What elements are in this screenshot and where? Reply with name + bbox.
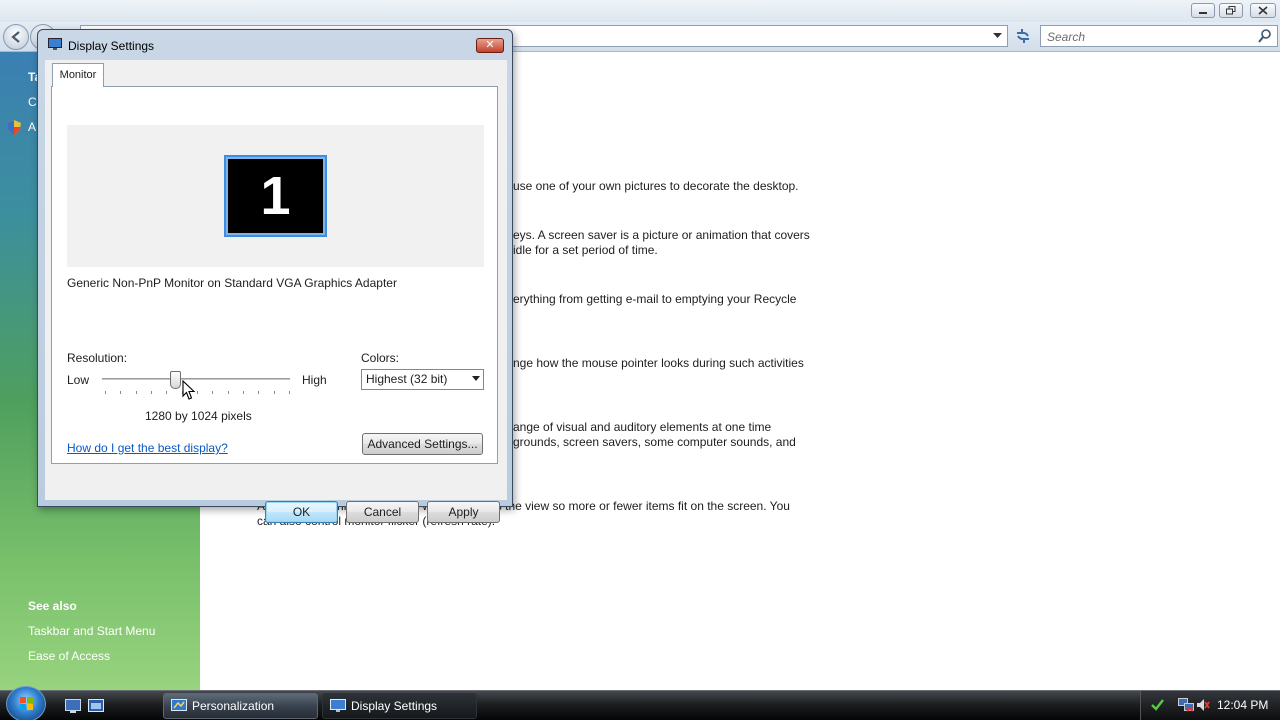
taskbar-button-label: Personalization — [192, 699, 275, 713]
monitor-arrangement-area: 1 — [67, 125, 484, 267]
task-link-partial-2[interactable]: C — [28, 95, 37, 109]
taskbar-button-display-settings[interactable]: Display Settings — [322, 693, 477, 719]
sounds-description: erything from getting e-mail to emptying… — [513, 292, 797, 306]
taskbar: Personalization Display Settings 12:04 P… — [0, 686, 1280, 720]
system-tray: 12:04 PM — [1140, 691, 1280, 720]
display-settings-icon — [48, 38, 62, 50]
shield-icon — [7, 120, 21, 135]
back-button[interactable] — [3, 24, 29, 50]
restore-icon — [1226, 6, 1236, 15]
taskbar-button-label: Display Settings — [351, 699, 438, 713]
display-settings-icon — [330, 699, 346, 712]
slider-tick — [243, 391, 244, 394]
advanced-settings-button[interactable]: Advanced Settings... — [362, 433, 483, 455]
address-dropdown-button[interactable] — [989, 27, 1005, 45]
window-titlebar — [0, 0, 1280, 22]
slider-tick — [212, 391, 213, 394]
screen-saver-description-line2: idle for a set period of time. — [513, 243, 658, 257]
show-desktop-icon[interactable] — [65, 699, 81, 713]
window-close-button[interactable] — [1250, 3, 1276, 18]
resolution-label: Resolution: — [67, 351, 128, 365]
minimize-button[interactable] — [1191, 3, 1215, 18]
slider-tick — [289, 391, 290, 394]
display-settings-dialog: Display Settings ✕ Monitor 1 Generic Non… — [37, 29, 513, 523]
see-also-link-taskbar[interactable]: Taskbar and Start Menu — [28, 624, 155, 638]
taskbar-button-personalization[interactable]: Personalization — [163, 693, 318, 719]
close-icon: ✕ — [485, 39, 495, 51]
ok-button[interactable]: OK — [265, 501, 338, 523]
theme-description-line2: grounds, screen savers, some computer so… — [513, 435, 796, 449]
slider-tick — [166, 391, 167, 394]
start-button[interactable] — [6, 686, 46, 720]
mouse-cursor-icon — [182, 380, 196, 400]
minimize-icon — [1199, 11, 1207, 14]
colors-select[interactable]: Highest (32 bit) — [361, 369, 484, 390]
close-icon — [1258, 6, 1268, 15]
monitor-1-thumbnail[interactable]: 1 — [224, 155, 327, 237]
back-arrow-icon — [11, 31, 20, 43]
resolution-high-label: High — [302, 373, 327, 387]
search-icon[interactable] — [1258, 28, 1272, 44]
monitor-name: Generic Non-PnP Monitor on Standard VGA … — [67, 276, 397, 290]
colors-label: Colors: — [361, 351, 400, 365]
dialog-title: Display Settings — [68, 39, 155, 53]
task-link-partial-3[interactable]: A — [28, 120, 36, 134]
slider-tick — [197, 391, 198, 394]
colors-selected-value: Highest (32 bit) — [366, 372, 448, 386]
dialog-close-button[interactable]: ✕ — [476, 38, 504, 53]
screen-saver-description-line1: eys. A screen saver is a picture or anim… — [513, 228, 810, 242]
switch-windows-icon[interactable] — [88, 699, 104, 713]
chevron-down-icon — [472, 376, 480, 381]
dialog-client-area: Monitor 1 Generic Non-PnP Monitor on Sta… — [45, 60, 507, 523]
slider-tick — [151, 391, 152, 394]
search-input[interactable]: Search — [1040, 25, 1278, 47]
volume-muted-icon[interactable] — [1196, 698, 1210, 712]
refresh-button[interactable] — [1012, 25, 1034, 47]
resolution-low-label: Low — [67, 373, 90, 387]
personalization-icon — [171, 699, 187, 711]
search-placeholder: Search — [1047, 30, 1086, 44]
resolution-value: 1280 by 1024 pixels — [145, 409, 252, 423]
tab-monitor[interactable]: Monitor — [52, 63, 104, 87]
mouse-pointers-description: nge how the mouse pointer looks during s… — [513, 356, 804, 370]
slider-tick — [228, 391, 229, 394]
slider-tick — [274, 391, 275, 394]
cancel-button[interactable]: Cancel — [346, 501, 419, 523]
clock[interactable]: 12:04 PM — [1217, 698, 1268, 712]
monitor-tab-panel: 1 Generic Non-PnP Monitor on Standard VG… — [51, 86, 498, 464]
slider-tick — [258, 391, 259, 394]
slider-tick — [120, 391, 121, 394]
maximize-button[interactable] — [1219, 3, 1243, 18]
slider-tick — [105, 391, 106, 394]
desktop-background-description: use one of your own pictures to decorate… — [513, 179, 799, 193]
slider-tick — [136, 391, 137, 394]
best-display-help-link[interactable]: How do I get the best display? — [67, 441, 228, 455]
windows-logo-icon — [20, 697, 33, 710]
chevron-down-icon — [992, 33, 1002, 38]
apply-button[interactable]: Apply — [427, 501, 500, 523]
resolution-slider-thumb[interactable] — [170, 371, 181, 389]
security-center-icon[interactable] — [1150, 698, 1164, 712]
see-also-header: See also — [28, 599, 77, 613]
refresh-icon — [1017, 29, 1029, 43]
network-icon[interactable] — [1178, 698, 1194, 712]
monitor-number: 1 — [228, 159, 323, 233]
see-also-link-ease-of-access[interactable]: Ease of Access — [28, 649, 110, 663]
theme-description-line1: ange of visual and auditory elements at … — [513, 420, 772, 434]
resolution-slider[interactable] — [102, 378, 290, 380]
resolution-slider-ticks — [105, 391, 290, 394]
